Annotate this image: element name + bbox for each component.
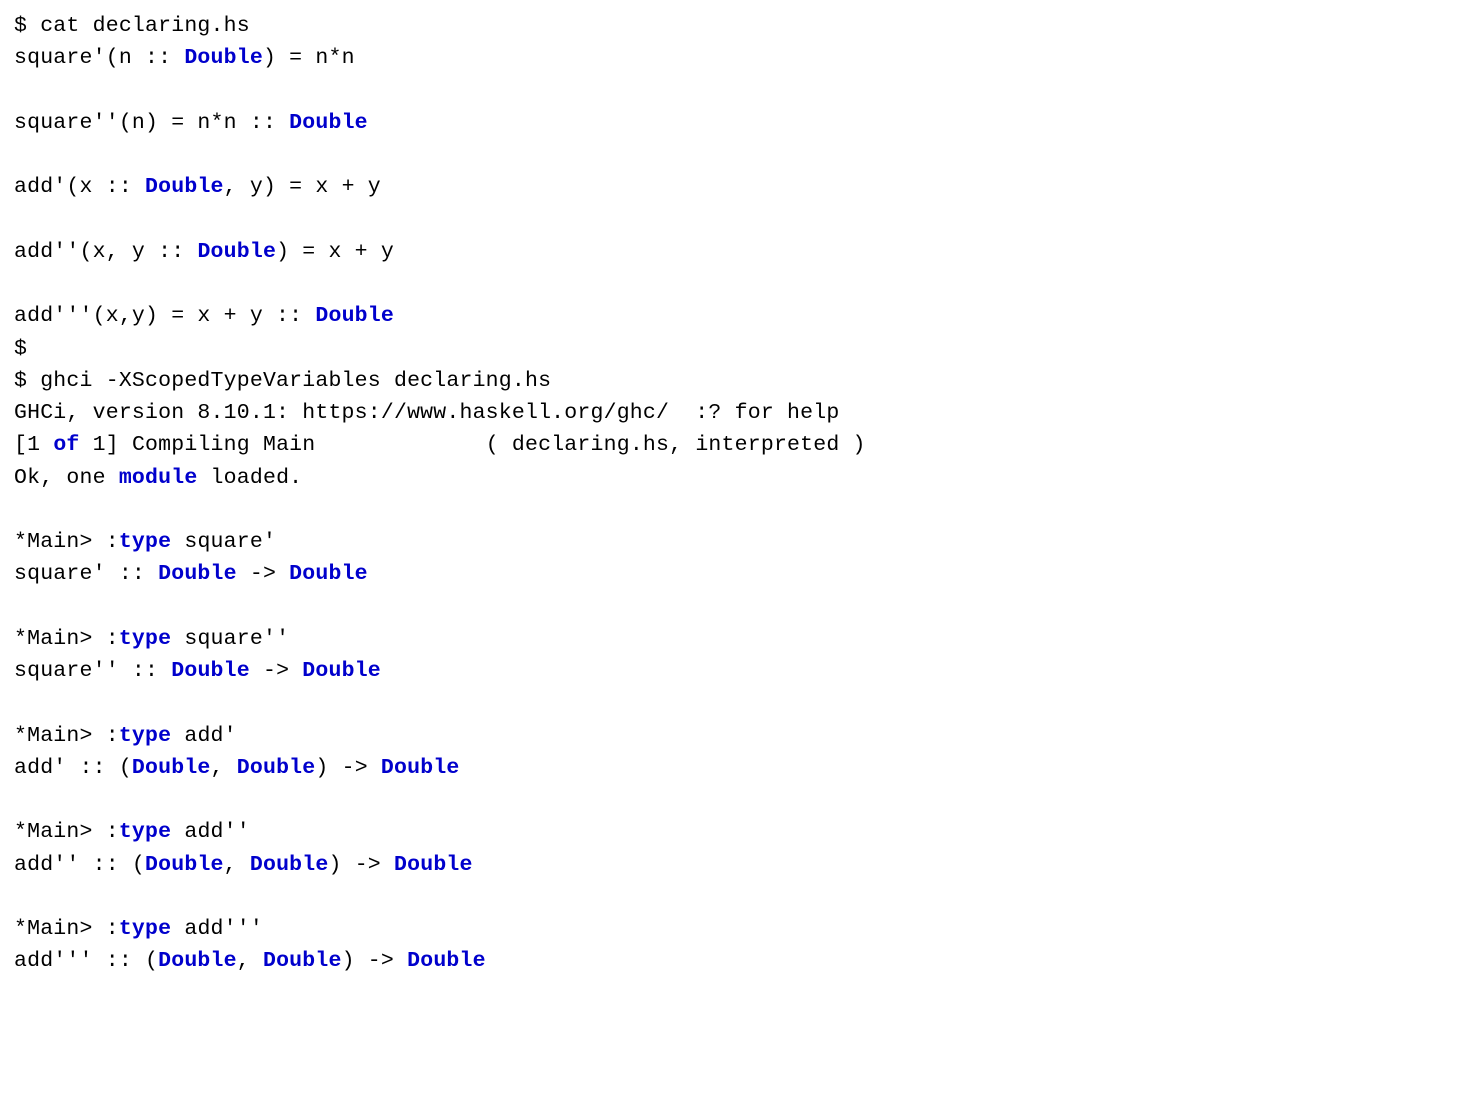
text-segment: , bbox=[224, 853, 250, 877]
text-segment: *Main> : bbox=[14, 724, 119, 748]
code-line: [1 of 1] Compiling Main ( declaring.hs, … bbox=[14, 429, 1456, 461]
code-block: $ cat declaring.hssquare'(n :: Double) =… bbox=[14, 10, 1456, 978]
code-line bbox=[14, 268, 1456, 300]
text-segment: square''(n) = n*n :: bbox=[14, 111, 289, 135]
code-line: add''(x, y :: Double) = x + y bbox=[14, 236, 1456, 268]
text-segment: , bbox=[237, 949, 263, 973]
text-segment: square'' :: bbox=[14, 659, 171, 683]
keyword: Double bbox=[263, 949, 342, 973]
keyword: type bbox=[119, 820, 171, 844]
keyword: Double bbox=[289, 111, 368, 135]
text-segment: ) = x + y bbox=[276, 240, 394, 264]
keyword: Double bbox=[197, 240, 276, 264]
keyword: Double bbox=[237, 756, 316, 780]
text-segment: $ bbox=[14, 337, 27, 361]
text-segment: [1 bbox=[14, 433, 53, 457]
keyword: Double bbox=[315, 304, 394, 328]
keyword: Double bbox=[132, 756, 211, 780]
text-segment: ) -> bbox=[329, 853, 395, 877]
keyword: Double bbox=[302, 659, 381, 683]
keyword: Double bbox=[394, 853, 473, 877]
keyword: Double bbox=[158, 562, 237, 586]
keyword: Double bbox=[407, 949, 486, 973]
code-line: square'' :: Double -> Double bbox=[14, 655, 1456, 687]
text-segment: ) -> bbox=[315, 756, 381, 780]
text-segment: add'' bbox=[171, 820, 250, 844]
text-segment: $ cat declaring.hs bbox=[14, 14, 250, 38]
text-segment: square'' bbox=[171, 627, 289, 651]
code-line: *Main> :type square'' bbox=[14, 623, 1456, 655]
text-segment: add'''(x,y) = x + y :: bbox=[14, 304, 315, 328]
keyword: Double bbox=[184, 46, 263, 70]
code-line: square'(n :: Double) = n*n bbox=[14, 42, 1456, 74]
keyword: Double bbox=[289, 562, 368, 586]
text-segment: add''' :: ( bbox=[14, 949, 158, 973]
text-segment: -> bbox=[237, 562, 289, 586]
text-segment: ) -> bbox=[342, 949, 408, 973]
code-line: GHCi, version 8.10.1: https://www.haskel… bbox=[14, 397, 1456, 429]
code-line: add'' :: (Double, Double) -> Double bbox=[14, 849, 1456, 881]
keyword: Double bbox=[171, 659, 250, 683]
keyword: type bbox=[119, 530, 171, 554]
code-line: *Main> :type add' bbox=[14, 720, 1456, 752]
code-line: Ok, one module loaded. bbox=[14, 462, 1456, 494]
text-segment: ) = n*n bbox=[263, 46, 355, 70]
keyword: Double bbox=[158, 949, 237, 973]
code-line bbox=[14, 881, 1456, 913]
code-line: $ cat declaring.hs bbox=[14, 10, 1456, 42]
code-line: $ ghci -XScopedTypeVariables declaring.h… bbox=[14, 365, 1456, 397]
keyword: module bbox=[119, 466, 198, 490]
text-segment: loaded. bbox=[197, 466, 302, 490]
text-segment: square' :: bbox=[14, 562, 158, 586]
code-line bbox=[14, 204, 1456, 236]
keyword: type bbox=[119, 724, 171, 748]
code-line: add' :: (Double, Double) -> Double bbox=[14, 752, 1456, 784]
keyword: type bbox=[119, 917, 171, 941]
text-segment: square'(n :: bbox=[14, 46, 184, 70]
code-line: add''' :: (Double, Double) -> Double bbox=[14, 945, 1456, 977]
code-line: *Main> :type add''' bbox=[14, 913, 1456, 945]
keyword: Double bbox=[381, 756, 460, 780]
text-segment: *Main> : bbox=[14, 627, 119, 651]
text-segment: add'(x :: bbox=[14, 175, 145, 199]
code-line: *Main> :type add'' bbox=[14, 816, 1456, 848]
code-line: square' :: Double -> Double bbox=[14, 558, 1456, 590]
text-segment: GHCi, version 8.10.1: https://www.haskel… bbox=[14, 401, 839, 425]
keyword: Double bbox=[145, 853, 224, 877]
text-segment: *Main> : bbox=[14, 917, 119, 941]
text-segment: -> bbox=[250, 659, 302, 683]
text-segment: add' :: ( bbox=[14, 756, 132, 780]
text-segment: *Main> : bbox=[14, 820, 119, 844]
code-line bbox=[14, 139, 1456, 171]
code-line bbox=[14, 494, 1456, 526]
text-segment: , bbox=[211, 756, 237, 780]
code-line: add'(x :: Double, y) = x + y bbox=[14, 171, 1456, 203]
text-segment: , y) = x + y bbox=[224, 175, 381, 199]
code-line: add'''(x,y) = x + y :: Double bbox=[14, 300, 1456, 332]
keyword: type bbox=[119, 627, 171, 651]
code-line bbox=[14, 784, 1456, 816]
code-line: square''(n) = n*n :: Double bbox=[14, 107, 1456, 139]
code-line bbox=[14, 687, 1456, 719]
code-line bbox=[14, 591, 1456, 623]
text-segment: add'' :: ( bbox=[14, 853, 145, 877]
text-segment: square' bbox=[171, 530, 276, 554]
code-line: $ bbox=[14, 333, 1456, 365]
text-segment: *Main> : bbox=[14, 530, 119, 554]
keyword: Double bbox=[250, 853, 329, 877]
code-line bbox=[14, 75, 1456, 107]
keyword: of bbox=[53, 433, 79, 457]
text-segment: Ok, one bbox=[14, 466, 119, 490]
text-segment: 1] Compiling Main ( declaring.hs, interp… bbox=[80, 433, 866, 457]
keyword: Double bbox=[145, 175, 224, 199]
text-segment: add''(x, y :: bbox=[14, 240, 197, 264]
text-segment: add' bbox=[171, 724, 237, 748]
text-segment: $ ghci -XScopedTypeVariables declaring.h… bbox=[14, 369, 551, 393]
code-line: *Main> :type square' bbox=[14, 526, 1456, 558]
text-segment: add''' bbox=[171, 917, 263, 941]
